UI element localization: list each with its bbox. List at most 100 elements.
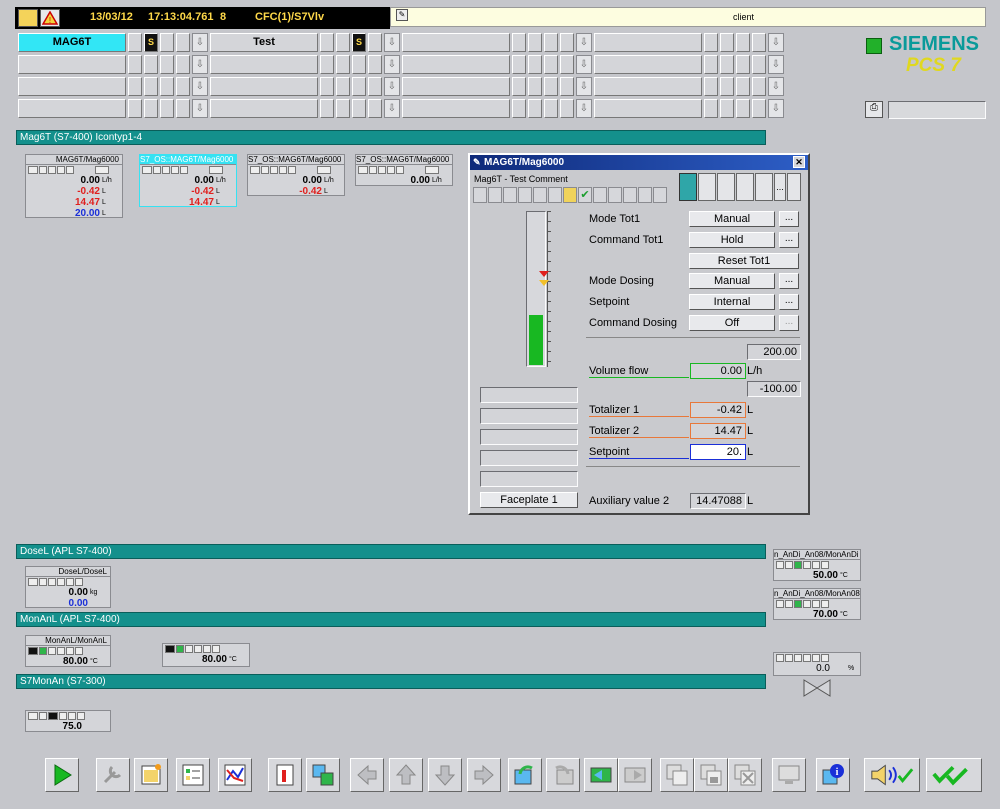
pin-window-icon[interactable] bbox=[787, 173, 801, 201]
down-arrow-icon[interactable]: ⇩ bbox=[768, 55, 784, 74]
start-icon[interactable] bbox=[45, 758, 79, 792]
tools-icon[interactable] bbox=[96, 758, 130, 792]
valve-block[interactable]: 0.0% bbox=[773, 652, 861, 676]
arrow-right-icon[interactable] bbox=[467, 758, 501, 792]
nav-slot[interactable] bbox=[368, 77, 382, 96]
mode-tot1-dots[interactable]: ... bbox=[779, 211, 799, 227]
area-button-empty[interactable] bbox=[402, 77, 510, 96]
nav-slot[interactable] bbox=[752, 55, 766, 74]
parameter-view-icon[interactable] bbox=[698, 173, 716, 201]
nav-slot[interactable] bbox=[320, 99, 334, 118]
nav-slot[interactable] bbox=[320, 77, 334, 96]
pin-icon[interactable]: ✎ bbox=[396, 9, 408, 21]
nav-slot[interactable] bbox=[160, 99, 174, 118]
store-picture-icon[interactable] bbox=[584, 758, 618, 792]
reset-tot1-button[interactable]: Reset Tot1 bbox=[689, 253, 799, 269]
acknowledge-all-icon[interactable] bbox=[926, 758, 982, 792]
nav-slot[interactable] bbox=[512, 33, 526, 52]
close-icon[interactable]: ✕ bbox=[793, 156, 805, 168]
nav-slot[interactable] bbox=[128, 55, 142, 74]
horn-acknowledge-icon[interactable] bbox=[864, 758, 920, 792]
nav-slot[interactable] bbox=[352, 55, 366, 74]
area-button-empty[interactable] bbox=[594, 33, 702, 52]
nav-slot[interactable] bbox=[144, 77, 158, 96]
down-arrow-icon[interactable]: ⇩ bbox=[384, 33, 400, 52]
nav-slot[interactable] bbox=[128, 77, 142, 96]
s7monan-block[interactable]: 75.0 bbox=[25, 710, 111, 732]
nav-slot[interactable] bbox=[752, 33, 766, 52]
nav-slot[interactable] bbox=[352, 99, 366, 118]
mag-block-4[interactable]: S7_OS::MAG6T/Mag6000 0.00 L/h bbox=[355, 154, 453, 186]
nav-status-s[interactable]: S bbox=[352, 33, 366, 52]
nav-slot[interactable] bbox=[752, 77, 766, 96]
nav-slot[interactable] bbox=[528, 33, 542, 52]
back-icon[interactable] bbox=[508, 758, 542, 792]
nav-slot[interactable] bbox=[736, 33, 750, 52]
area-button-empty[interactable] bbox=[210, 77, 318, 96]
nav-slot[interactable] bbox=[704, 99, 718, 118]
printer-icon[interactable]: ⎙ bbox=[865, 101, 883, 118]
overview-icon[interactable] bbox=[18, 9, 38, 27]
down-arrow-icon[interactable]: ⇩ bbox=[384, 77, 400, 96]
nav-slot[interactable] bbox=[336, 55, 350, 74]
mag-block-1[interactable]: MAG6T/Mag6000 0.00 L/h -0.42 L 14.47 L 20.0… bbox=[25, 154, 123, 219]
nav-slot[interactable] bbox=[720, 33, 734, 52]
right-block-2[interactable]: n_AnDi_An08/MonAn08 70.00 °C bbox=[773, 588, 861, 620]
down-arrow-icon[interactable]: ⇩ bbox=[384, 55, 400, 74]
nav-slot[interactable] bbox=[704, 33, 718, 52]
nav-slot[interactable] bbox=[144, 55, 158, 74]
nav-slot[interactable] bbox=[720, 99, 734, 118]
down-arrow-icon[interactable]: ⇩ bbox=[192, 77, 208, 96]
down-arrow-icon[interactable]: ⇩ bbox=[768, 33, 784, 52]
down-arrow-icon[interactable]: ⇩ bbox=[576, 33, 592, 52]
command-tot1-dots[interactable]: ... bbox=[779, 232, 799, 248]
nav-slot[interactable] bbox=[720, 77, 734, 96]
trend-icon[interactable] bbox=[218, 758, 252, 792]
nav-slot[interactable] bbox=[512, 55, 526, 74]
nav-slot[interactable] bbox=[544, 55, 558, 74]
valve-icon[interactable] bbox=[803, 679, 831, 697]
nav-slot[interactable] bbox=[720, 55, 734, 74]
nav-slot[interactable] bbox=[528, 99, 542, 118]
nav-slot[interactable] bbox=[144, 99, 158, 118]
nav-slot[interactable] bbox=[160, 55, 174, 74]
area-button-empty[interactable] bbox=[402, 99, 510, 118]
nav-slot[interactable] bbox=[320, 55, 334, 74]
setpoint-input[interactable]: 20. bbox=[690, 444, 746, 460]
dose-block[interactable]: DoseL/DoseL 0.00 kg 0.00 bbox=[25, 566, 111, 609]
monan-block-2[interactable]: 80.00 °C bbox=[162, 643, 250, 667]
faceplate-titlebar[interactable]: ✎ MAG6T/Mag6000 ✕ bbox=[470, 155, 808, 170]
nav-slot[interactable] bbox=[704, 55, 718, 74]
forward-icon[interactable] bbox=[546, 758, 580, 792]
overview-report-icon[interactable] bbox=[268, 758, 302, 792]
nav-slot[interactable] bbox=[512, 99, 526, 118]
nav-slot[interactable] bbox=[736, 55, 750, 74]
area-button-empty[interactable] bbox=[594, 99, 702, 118]
nav-slot[interactable] bbox=[560, 77, 574, 96]
nav-slot[interactable] bbox=[528, 77, 542, 96]
nav-slot[interactable] bbox=[160, 77, 174, 96]
arrow-down-icon[interactable] bbox=[428, 758, 462, 792]
nav-slot[interactable] bbox=[368, 55, 382, 74]
nav-slot[interactable] bbox=[544, 77, 558, 96]
home-view-icon[interactable] bbox=[679, 173, 697, 201]
nav-slot[interactable] bbox=[352, 77, 366, 96]
area-button-empty[interactable] bbox=[594, 55, 702, 74]
nav-slot[interactable] bbox=[736, 99, 750, 118]
area-button-empty[interactable] bbox=[402, 33, 510, 52]
command-tot1-button[interactable]: Hold bbox=[689, 232, 775, 248]
mag-block-2[interactable]: S7_OS::MAG6T/Mag6000 0.00 L/h -0.42 L 14.4… bbox=[139, 154, 237, 208]
nav-slot[interactable] bbox=[176, 33, 190, 52]
nav-slot[interactable] bbox=[176, 99, 190, 118]
monitor-icon[interactable] bbox=[772, 758, 806, 792]
area-button-empty[interactable] bbox=[18, 99, 126, 118]
new-picture-icon[interactable] bbox=[134, 758, 168, 792]
setpoint-select-button[interactable]: Internal bbox=[689, 294, 775, 310]
nav-slot[interactable] bbox=[336, 99, 350, 118]
nav-slot[interactable] bbox=[736, 77, 750, 96]
trend-view-icon[interactable] bbox=[736, 173, 754, 201]
down-arrow-icon[interactable]: ⇩ bbox=[576, 77, 592, 96]
area-button-empty[interactable] bbox=[18, 77, 126, 96]
nav-slot[interactable] bbox=[560, 55, 574, 74]
nav-slot[interactable] bbox=[320, 33, 334, 52]
